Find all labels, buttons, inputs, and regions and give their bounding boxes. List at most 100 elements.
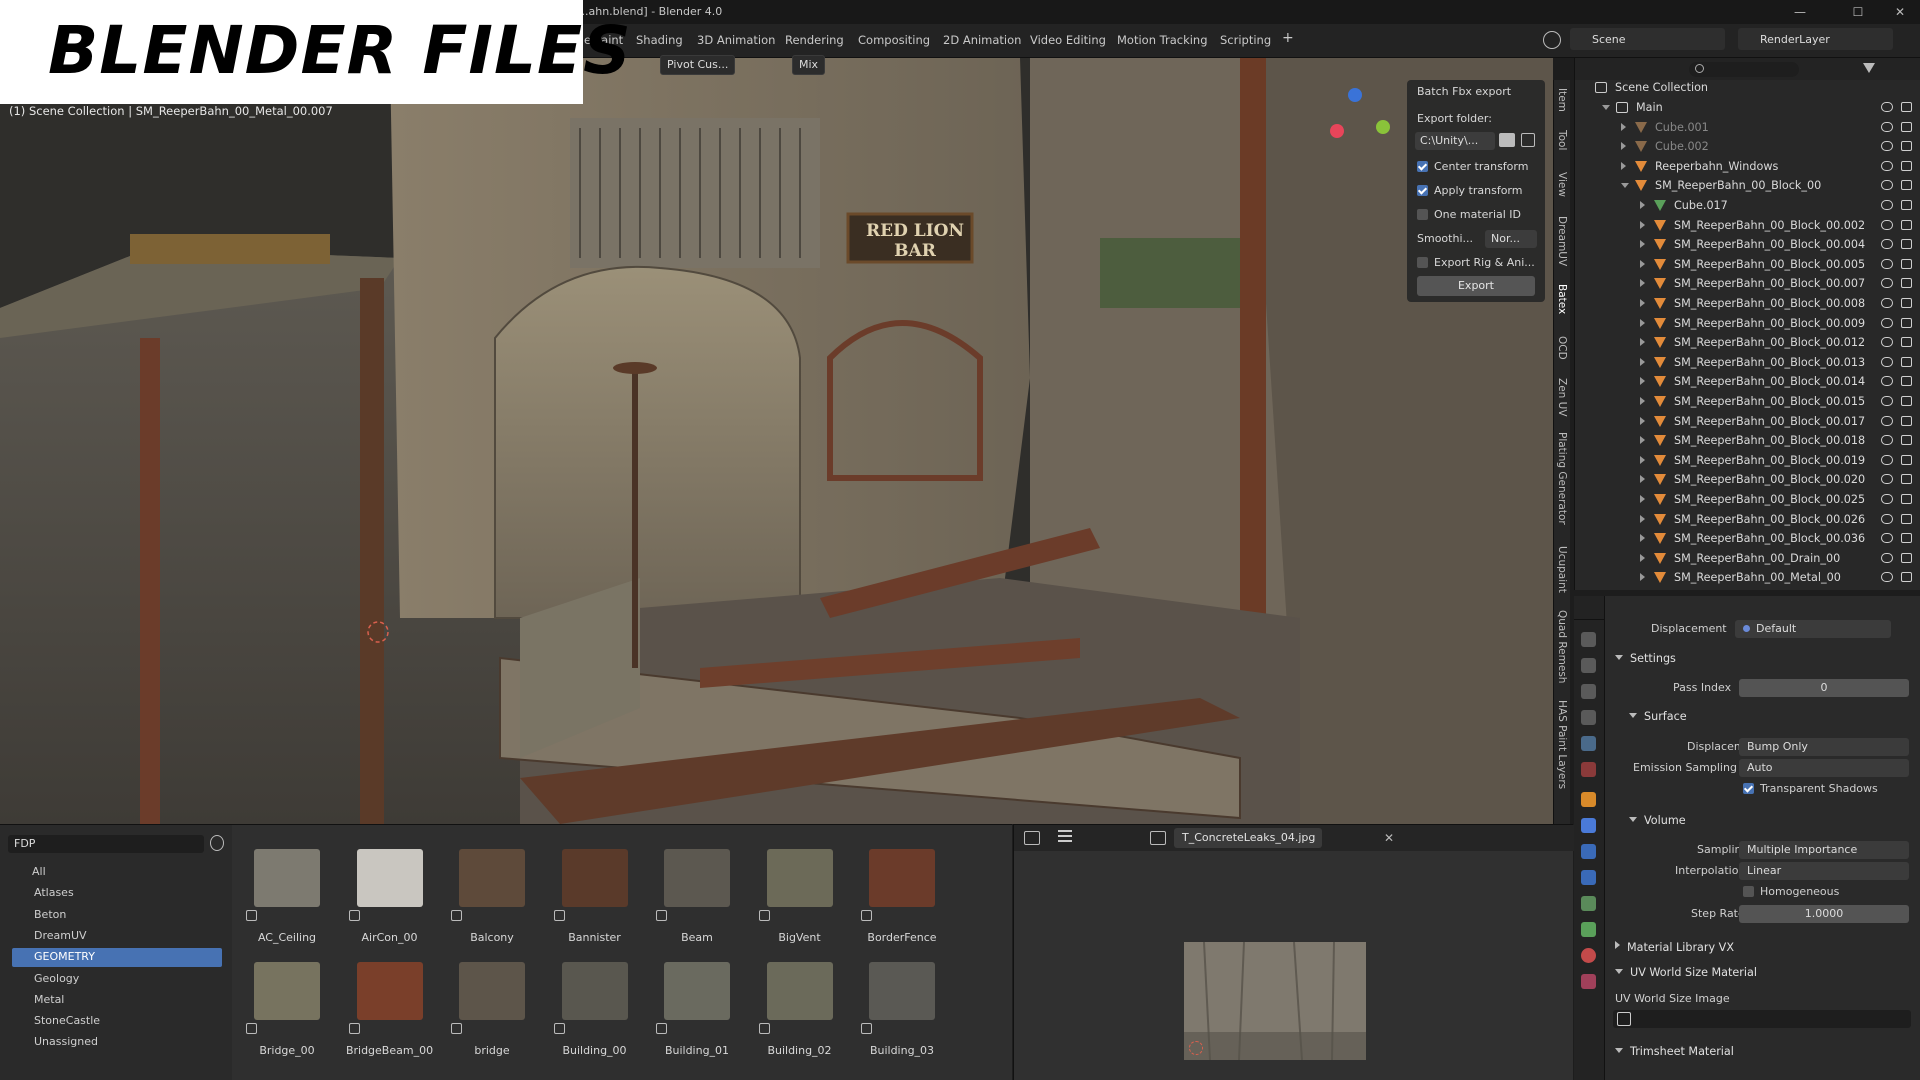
sampling-dropdown[interactable]: Multiple Importance [1739, 841, 1909, 859]
expand-icon[interactable] [1640, 534, 1645, 542]
asset-item[interactable]: Building_03 [855, 946, 949, 1057]
outliner-row[interactable]: SM_ReeperBahn_00_Block_00.005 [1575, 255, 1920, 275]
material-tab-icon[interactable] [1581, 948, 1596, 963]
asset-select-checkbox[interactable] [349, 1023, 360, 1034]
render-camera-icon[interactable] [1901, 514, 1912, 524]
expand-icon[interactable] [1640, 475, 1645, 483]
asset-item[interactable]: BorderFence [855, 833, 949, 944]
visibility-eye-icon[interactable] [1881, 239, 1893, 249]
outliner[interactable]: Scene Collection MainCube.001Cube.002Ree… [1574, 58, 1920, 590]
outliner-search-input[interactable] [1689, 62, 1799, 77]
render-camera-icon[interactable] [1901, 553, 1912, 563]
image-browse-icon[interactable] [1150, 831, 1166, 845]
visibility-eye-icon[interactable] [1881, 200, 1893, 210]
outliner-row[interactable]: SM_ReeperBahn_00_Block_00.020 [1575, 470, 1920, 490]
visibility-eye-icon[interactable] [1881, 416, 1893, 426]
z-axis-icon[interactable] [1348, 88, 1362, 102]
outliner-row[interactable]: SM_ReeperBahn_00_Block_00.009 [1575, 314, 1920, 334]
outliner-row[interactable]: SM_ReeperBahn_00_Drain_00 [1575, 549, 1920, 569]
open-folder-icon[interactable] [1521, 133, 1535, 147]
asset-item[interactable]: AirCon_00 [343, 833, 437, 944]
outliner-row[interactable]: SM_ReeperBahn_00_Block_00.007 [1575, 274, 1920, 294]
visibility-eye-icon[interactable] [1881, 396, 1893, 406]
expand-icon[interactable] [1621, 123, 1626, 131]
expand-icon[interactable] [1640, 201, 1645, 209]
expand-icon[interactable] [1640, 436, 1645, 444]
render-camera-icon[interactable] [1901, 474, 1912, 484]
render-camera-icon[interactable] [1901, 278, 1912, 288]
collapse-icon[interactable] [1602, 105, 1610, 110]
outliner-row[interactable]: SM_ReeperBahn_00_Block_00.019 [1575, 451, 1920, 471]
folder-icon[interactable] [1499, 133, 1515, 147]
render-camera-icon[interactable] [1901, 337, 1912, 347]
asset-select-checkbox[interactable] [656, 1023, 667, 1034]
transparent-shadows-checkbox[interactable]: Transparent Shadows [1743, 782, 1878, 795]
tab-quad-remesh[interactable]: Quad Remesh [1556, 610, 1568, 683]
material-library-section[interactable]: Material Library VX [1615, 941, 1734, 954]
settings-section[interactable]: Settings [1615, 652, 1676, 665]
particles-tab-icon[interactable] [1581, 844, 1596, 859]
tab-2d-animation[interactable]: 2D Animation [943, 33, 1021, 47]
filter-icon[interactable] [1863, 63, 1875, 73]
refresh-icon[interactable] [210, 835, 224, 851]
outliner-row[interactable]: Main [1575, 98, 1920, 118]
render-camera-icon[interactable] [1901, 416, 1912, 426]
visibility-eye-icon[interactable] [1881, 122, 1893, 132]
expand-icon[interactable] [1640, 279, 1645, 287]
expand-icon[interactable] [1640, 573, 1645, 581]
outliner-row[interactable]: SM_ReeperBahn_00_Block_00.014 [1575, 372, 1920, 392]
uv-world-image-field[interactable] [1613, 1010, 1911, 1028]
outliner-row[interactable]: SM_ReeperBahn_00_Block_00.015 [1575, 392, 1920, 412]
render-camera-icon[interactable] [1901, 455, 1912, 465]
collapse-icon[interactable] [1621, 183, 1629, 188]
visibility-eye-icon[interactable] [1881, 494, 1893, 504]
outliner-row[interactable]: Reeperbahn_Windows [1575, 157, 1920, 177]
render-camera-icon[interactable] [1901, 180, 1912, 190]
asset-category-unassigned[interactable]: Unassigned [34, 1035, 98, 1048]
asset-item[interactable]: AC_Ceiling [240, 833, 334, 944]
render-camera-icon[interactable] [1901, 298, 1912, 308]
asset-select-checkbox[interactable] [554, 910, 565, 921]
tab-scripting[interactable]: Scripting [1220, 33, 1271, 47]
output-tab-icon[interactable] [1581, 684, 1596, 699]
close-image-icon[interactable]: ✕ [1384, 832, 1396, 844]
trimsheet-section[interactable]: Trimsheet Material [1615, 1045, 1734, 1058]
center-transform-checkbox[interactable]: Center transform [1417, 160, 1528, 173]
object-tab-icon[interactable] [1581, 792, 1596, 807]
outliner-row[interactable]: SM_ReeperBahn_00_Metal_00 [1575, 568, 1920, 588]
interpolation-dropdown[interactable]: Linear [1739, 862, 1909, 880]
asset-item[interactable]: Balcony [445, 833, 539, 944]
tab-shading[interactable]: Shading [636, 33, 683, 47]
outliner-row[interactable]: SM_ReeperBahn_00_Block_00.017 [1575, 412, 1920, 432]
uv-world-material-section[interactable]: UV World Size Material [1615, 966, 1757, 979]
visibility-eye-icon[interactable] [1881, 278, 1893, 288]
outliner-row[interactable]: SM_ReeperBahn_00_Block_00 [1575, 176, 1920, 196]
image-name-field[interactable]: T_ConcreteLeaks_04.jpg [1174, 828, 1322, 848]
add-workspace-button[interactable]: + [1282, 30, 1294, 46]
physics-tab-icon[interactable] [1581, 870, 1596, 885]
outliner-row[interactable]: SM_ReeperBahn_00_Block_00.008 [1575, 294, 1920, 314]
render-camera-icon[interactable] [1901, 200, 1912, 210]
tab-dreamuv[interactable]: DreamUV [1556, 216, 1568, 266]
modifier-tab-icon[interactable] [1581, 818, 1596, 833]
surface-section[interactable]: Surface [1629, 710, 1687, 723]
tab-ocd[interactable]: OCD [1556, 336, 1568, 360]
expand-icon[interactable] [1640, 319, 1645, 327]
tab-compositing[interactable]: Compositing [858, 33, 930, 47]
expand-icon[interactable] [1640, 377, 1645, 385]
visibility-eye-icon[interactable] [1881, 533, 1893, 543]
render-camera-icon[interactable] [1901, 435, 1912, 445]
expand-icon[interactable] [1640, 299, 1645, 307]
asset-category-metal[interactable]: Metal [34, 993, 64, 1006]
visibility-eye-icon[interactable] [1881, 180, 1893, 190]
asset-category-atlases[interactable]: Atlases [34, 886, 74, 899]
visibility-eye-icon[interactable] [1881, 455, 1893, 465]
emission-sampling-dropdown[interactable]: Auto [1739, 759, 1909, 777]
outliner-row[interactable]: Cube.002 [1575, 137, 1920, 157]
snap-mode-dropdown[interactable]: Mix [792, 55, 825, 75]
render-camera-icon[interactable] [1901, 259, 1912, 269]
asset-item[interactable]: bridge [445, 946, 539, 1057]
render-camera-icon[interactable] [1901, 357, 1912, 367]
tab-view[interactable]: View [1556, 172, 1568, 197]
tab-rendering[interactable]: Rendering [785, 33, 844, 47]
